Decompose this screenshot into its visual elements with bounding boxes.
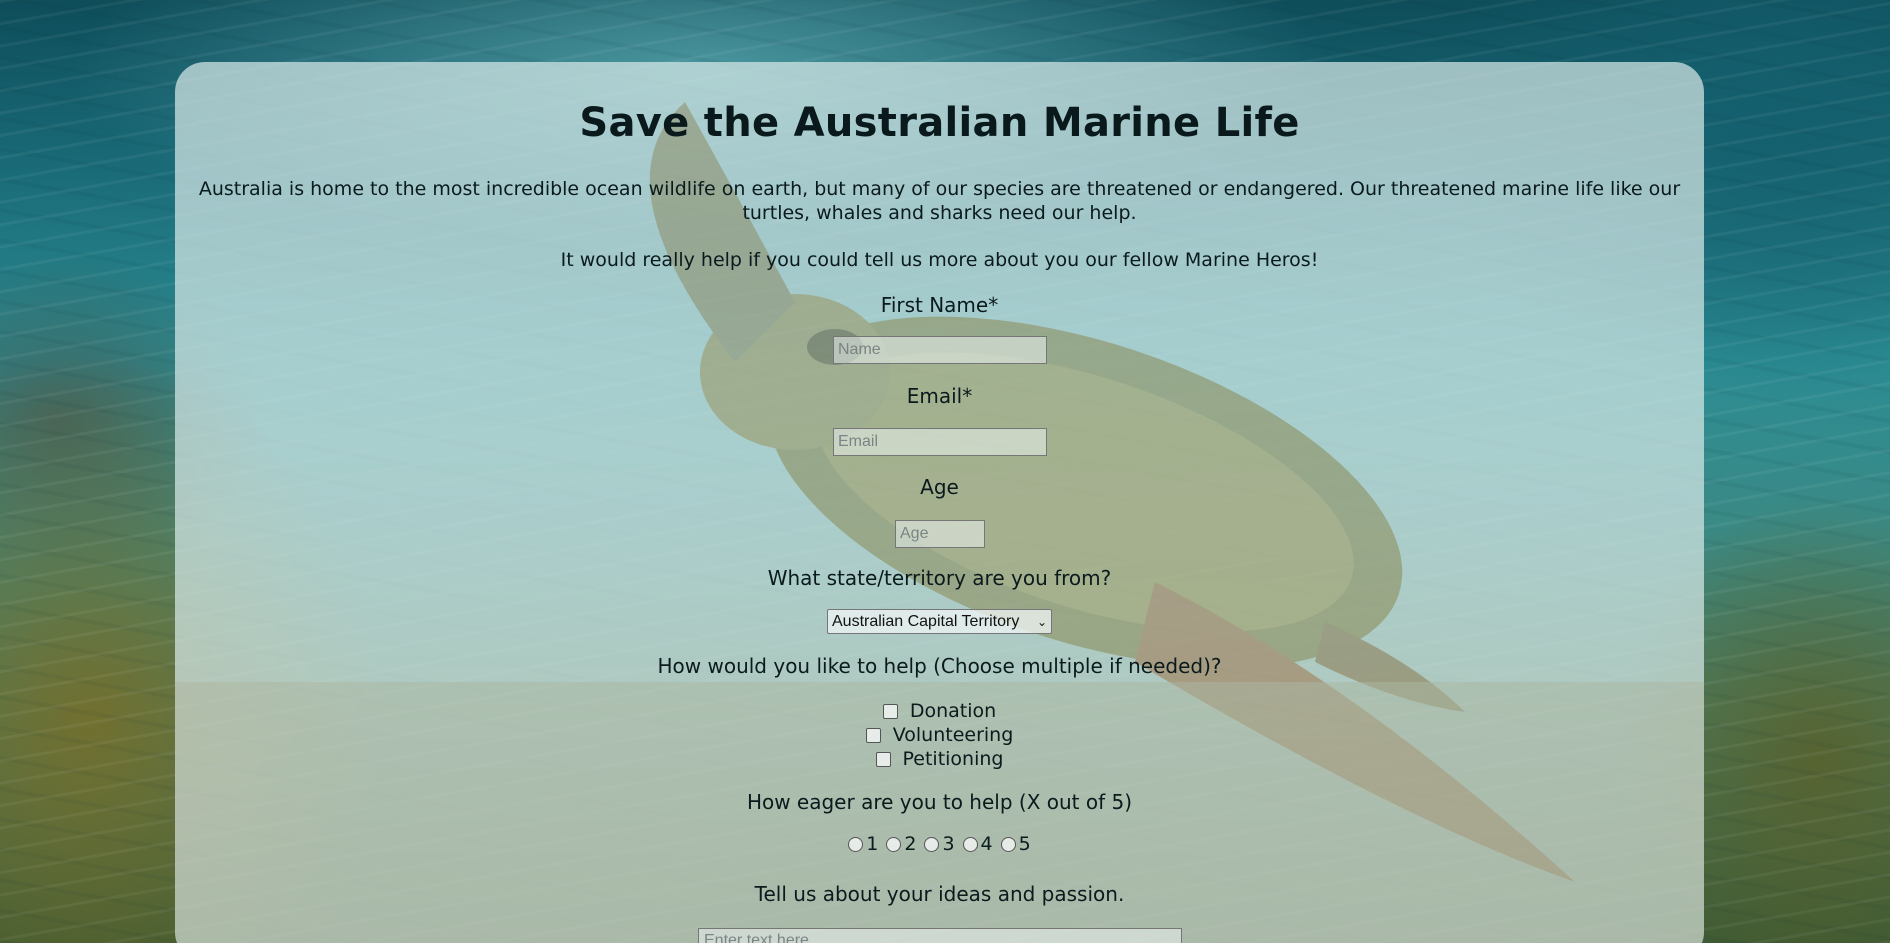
help-label: How would you like to help (Choose multi… <box>657 654 1222 678</box>
eagerness-option-1[interactable]: 1 <box>848 833 878 855</box>
eagerness-label: How eager are you to help (X out of 5) <box>746 790 1133 814</box>
radio-label-2: 2 <box>904 833 917 855</box>
ideas-label: Tell us about your ideas and passion. <box>754 882 1125 906</box>
first-name-input[interactable] <box>833 336 1047 364</box>
radio-2[interactable] <box>886 836 902 852</box>
donation-checkbox[interactable] <box>882 703 898 719</box>
first-name-label: First Name* <box>880 293 999 317</box>
radio-label-3: 3 <box>942 833 955 855</box>
radio-3[interactable] <box>924 836 940 852</box>
petitioning-checkbox[interactable] <box>875 751 891 767</box>
eagerness-option-5[interactable]: 5 <box>1000 833 1031 855</box>
state-select[interactable]: Australian Capital Territory ⌄ <box>827 609 1052 634</box>
volunteering-label: Volunteering <box>892 724 1014 746</box>
eagerness-radio-group: 1 2 3 4 5 <box>175 833 1704 855</box>
help-option-petitioning[interactable]: Petitioning <box>175 748 1704 770</box>
help-option-volunteering[interactable]: Volunteering <box>175 724 1704 746</box>
radio-4[interactable] <box>962 836 978 852</box>
email-input[interactable] <box>833 428 1047 456</box>
eagerness-option-2[interactable]: 2 <box>886 833 916 855</box>
radio-5[interactable] <box>1000 836 1016 852</box>
chevron-down-icon: ⌄ <box>1036 614 1047 629</box>
petitioning-label: Petitioning <box>902 748 1004 770</box>
state-label: What state/territory are you from? <box>767 566 1112 590</box>
page-title: Save the Australian Marine Life <box>579 100 1300 146</box>
radio-label-1: 1 <box>866 833 879 855</box>
age-label: Age <box>920 475 959 499</box>
donation-label: Donation <box>909 700 997 722</box>
volunteering-checkbox[interactable] <box>865 727 881 743</box>
form-card: Save the Australian Marine Life Australi… <box>175 62 1704 943</box>
email-label: Email* <box>906 384 973 408</box>
radio-label-5: 5 <box>1018 833 1031 855</box>
state-select-value: Australian Capital Territory <box>832 612 1020 630</box>
intro-paragraph: Australia is home to the most incredible… <box>198 178 1681 224</box>
help-option-donation[interactable]: Donation <box>175 700 1704 722</box>
radio-1[interactable] <box>848 836 864 852</box>
age-input[interactable] <box>895 520 985 548</box>
eagerness-option-4[interactable]: 4 <box>962 833 993 855</box>
ask-paragraph: It would really help if you could tell u… <box>560 249 1319 271</box>
ideas-textarea[interactable]: Enter text here... <box>698 928 1182 943</box>
eagerness-option-3[interactable]: 3 <box>924 833 955 855</box>
radio-label-4: 4 <box>980 833 993 855</box>
